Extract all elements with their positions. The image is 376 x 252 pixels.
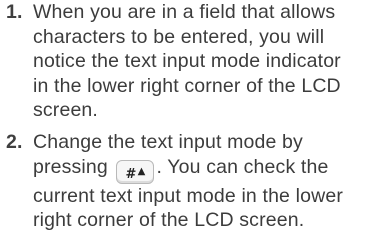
step-1: 1. When you are in a field that allows c…: [6, 0, 372, 123]
step-line: Change the text input mode by: [33, 131, 303, 153]
pound-shift-key-icon: #▲: [116, 159, 155, 184]
step-line: current text input mode in the lower: [33, 184, 343, 207]
step-text: When you are in a field that allows char…: [33, 0, 372, 123]
step-line: When you are in a field that allows: [33, 1, 336, 23]
key-symbol: #: [125, 166, 137, 182]
key-arrow: ▲: [137, 165, 146, 177]
step-line: in the lower right corner of the LCD: [33, 74, 341, 97]
step-number: 2.: [6, 131, 23, 153]
step-line: screen.: [33, 99, 98, 122]
step-line: pressing #▲. You can check the: [33, 155, 372, 184]
step-line: characters to be entered, you will: [33, 25, 325, 48]
step-text-before-key: pressing: [33, 155, 114, 178]
step-text: Change the text input mode by pressing #…: [33, 130, 372, 233]
step-number: 1.: [6, 1, 23, 23]
instruction-page: 1. When you are in a field that allows c…: [0, 0, 376, 252]
step-line: right corner of the LCD screen.: [33, 209, 305, 232]
step-text-after-key: . You can check the: [156, 155, 329, 178]
step-2: 2. Change the text input mode by pressin…: [6, 130, 372, 233]
step-line: notice the text input mode indicator: [33, 50, 341, 73]
